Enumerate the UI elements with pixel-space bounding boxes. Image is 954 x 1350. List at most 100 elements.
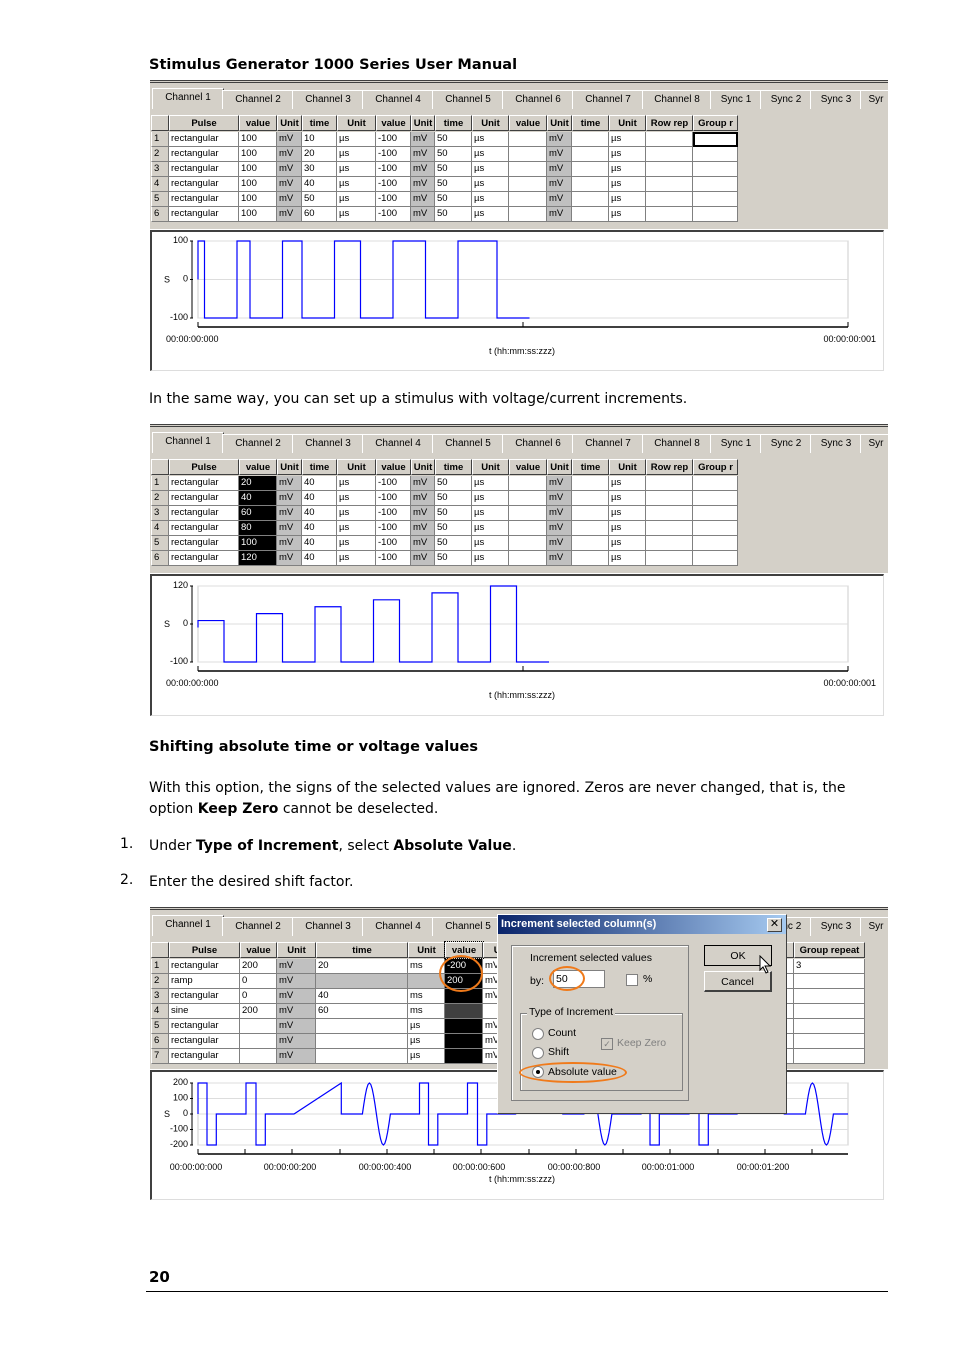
table-cell[interactable]: rectangular — [169, 506, 239, 521]
column-header[interactable]: time — [572, 115, 609, 131]
table-cell[interactable]: µs — [472, 476, 509, 491]
table-cell[interactable]: 100 — [239, 536, 277, 551]
table-cell[interactable]: µs — [609, 162, 646, 177]
table-cell[interactable] — [646, 491, 693, 506]
table-cell[interactable] — [646, 147, 693, 162]
tab-channel-1[interactable]: Channel 1 — [152, 88, 224, 109]
table-cell[interactable] — [693, 177, 738, 192]
table-cell[interactable]: mV — [411, 147, 435, 162]
table-cell[interactable] — [572, 147, 609, 162]
table-cell[interactable]: mV — [277, 491, 302, 506]
table-cell[interactable]: rectangular — [169, 989, 240, 1004]
table-cell[interactable]: mV — [547, 177, 572, 192]
table-cell[interactable] — [794, 1004, 865, 1019]
table-cell[interactable]: 40 — [302, 476, 337, 491]
table-cell[interactable]: µs — [472, 177, 509, 192]
table-cell[interactable] — [509, 192, 547, 207]
column-header[interactable]: time — [316, 942, 408, 958]
column-header[interactable]: value — [509, 115, 547, 131]
table-cell[interactable] — [445, 1019, 483, 1034]
table-cell[interactable] — [646, 536, 693, 551]
row-number[interactable]: 2 — [151, 491, 169, 506]
table-cell[interactable]: mV — [547, 506, 572, 521]
table-cell[interactable]: mV — [547, 147, 572, 162]
table-cell[interactable]: mV — [277, 132, 302, 147]
table-cell[interactable]: -100 — [376, 162, 411, 177]
table-cell[interactable]: mV — [277, 207, 302, 222]
table-cell[interactable]: mV — [277, 536, 302, 551]
table-cell[interactable]: µs — [337, 207, 376, 222]
table-cell[interactable] — [646, 551, 693, 566]
table-cell[interactable]: 20 — [302, 147, 337, 162]
table-cell[interactable] — [693, 192, 738, 207]
table-cell[interactable]: 50 — [302, 192, 337, 207]
table-cell[interactable]: 50 — [435, 207, 472, 222]
table-cell[interactable]: rectangular — [169, 207, 239, 222]
table-cell[interactable] — [693, 132, 738, 147]
table-cell[interactable]: rectangular — [169, 476, 239, 491]
table-cell[interactable] — [794, 1034, 865, 1049]
table-cell[interactable]: mV — [277, 192, 302, 207]
table-cell[interactable]: mV — [277, 974, 316, 989]
table-cell[interactable] — [693, 162, 738, 177]
table-cell[interactable]: 120 — [239, 551, 277, 566]
table-cell[interactable]: µs — [408, 1034, 445, 1049]
table-cell[interactable]: rectangular — [169, 536, 239, 551]
tab-channel-2[interactable]: Channel 2 — [222, 917, 294, 936]
table-cell[interactable]: 40 — [302, 177, 337, 192]
tab-sync-3[interactable]: Sync 3 — [810, 90, 862, 109]
count-radio[interactable] — [532, 1028, 544, 1040]
table-cell[interactable] — [509, 521, 547, 536]
column-header[interactable]: Pulse — [169, 115, 239, 131]
table-cell[interactable]: 3 — [794, 959, 865, 974]
table-cell[interactable] — [240, 1019, 277, 1034]
table-cell[interactable]: µs — [609, 536, 646, 551]
table-cell[interactable] — [316, 1049, 408, 1064]
table-cell[interactable]: mV — [411, 506, 435, 521]
table-cell[interactable]: 40 — [239, 491, 277, 506]
table-cell[interactable] — [445, 1034, 483, 1049]
table-cell[interactable]: mV — [411, 207, 435, 222]
tab-channel-3[interactable]: Channel 3 — [292, 917, 364, 936]
table-cell[interactable]: rectangular — [169, 132, 239, 147]
table-cell[interactable]: 60 — [302, 207, 337, 222]
table-cell[interactable]: 30 — [302, 162, 337, 177]
table-cell[interactable]: µs — [472, 521, 509, 536]
tab-channel-5[interactable]: Channel 5 — [432, 917, 504, 936]
table-cell[interactable]: µs — [337, 536, 376, 551]
table-cell[interactable]: ramp — [169, 974, 240, 989]
row-number[interactable]: 3 — [151, 989, 169, 1004]
row-number[interactable]: 5 — [151, 536, 169, 551]
column-header[interactable]: Unit — [472, 459, 509, 475]
table-cell[interactable]: mV — [411, 476, 435, 491]
column-header[interactable]: value — [239, 459, 277, 475]
table-cell[interactable]: 40 — [302, 521, 337, 536]
table-cell[interactable]: µs — [472, 506, 509, 521]
table-cell[interactable]: mV — [411, 551, 435, 566]
tab-sync-3[interactable]: Sync 3 — [810, 434, 862, 453]
table-cell[interactable]: µs — [472, 207, 509, 222]
column-header[interactable]: Unit — [547, 115, 572, 131]
table-cell[interactable] — [646, 162, 693, 177]
table-cell[interactable]: mV — [411, 162, 435, 177]
table-cell[interactable] — [240, 1034, 277, 1049]
column-header[interactable]: time — [435, 459, 472, 475]
table-cell[interactable] — [572, 207, 609, 222]
row-number[interactable]: 4 — [151, 1004, 169, 1019]
tab-channel-7[interactable]: Channel 7 — [572, 90, 644, 109]
table-cell[interactable] — [572, 536, 609, 551]
table-cell[interactable]: -100 — [376, 177, 411, 192]
row-header-corner[interactable] — [151, 459, 169, 475]
table-cell[interactable]: mV — [411, 536, 435, 551]
row-number[interactable]: 4 — [151, 177, 169, 192]
table-cell[interactable] — [794, 974, 865, 989]
percent-checkbox[interactable] — [626, 974, 638, 986]
table-cell[interactable]: mV — [547, 162, 572, 177]
table-cell[interactable] — [794, 989, 865, 1004]
table-cell[interactable]: 200 — [240, 1004, 277, 1019]
table-cell[interactable]: -100 — [376, 147, 411, 162]
tab-syr[interactable]: Syr — [860, 917, 888, 936]
table-cell[interactable]: mV — [411, 132, 435, 147]
column-header[interactable]: Group r — [693, 115, 738, 131]
table-cell[interactable] — [646, 506, 693, 521]
